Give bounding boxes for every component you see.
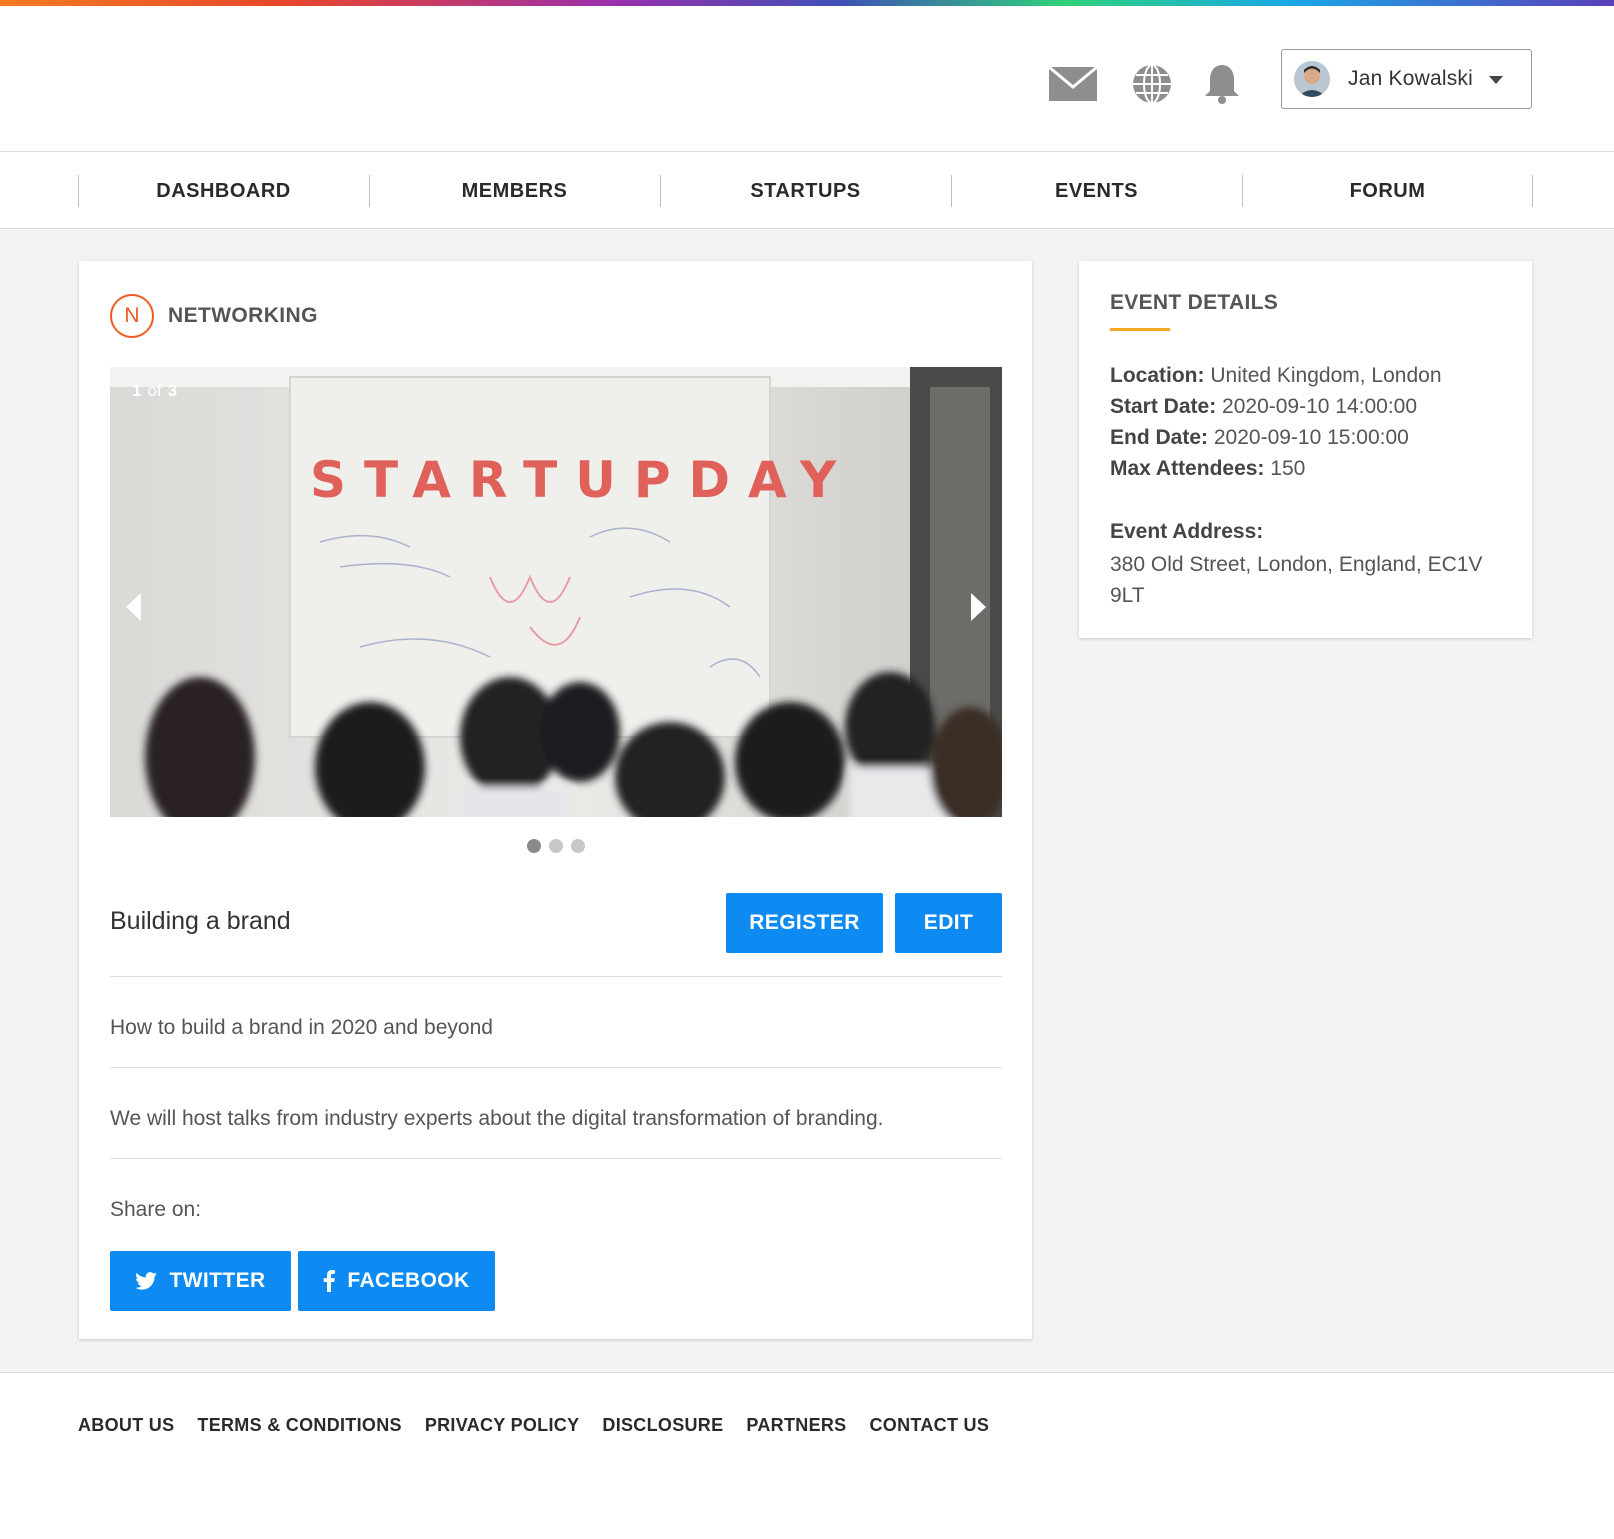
detail-label: Max Attendees: — [1110, 457, 1265, 480]
detail-label: Event Address: — [1110, 520, 1264, 543]
footer-link-partners[interactable]: PARTNERS — [746, 1415, 846, 1436]
slide-total: 3 — [167, 381, 178, 400]
bell-icon[interactable] — [1196, 58, 1248, 110]
event-details-card: EVENT DETAILS Location: United Kingdom, … — [1079, 261, 1532, 638]
event-card: N NETWORKING STARTUPDAY 1 of 3 Building … — [79, 261, 1032, 1339]
carousel-next-icon[interactable] — [971, 593, 986, 621]
nav-divider — [1532, 175, 1533, 207]
detail-value: 2020-09-10 15:00:00 — [1213, 426, 1409, 449]
detail-label: Location: — [1110, 364, 1205, 387]
event-subtitle: How to build a brand in 2020 and beyond — [110, 1016, 493, 1039]
detail-label: Start Date: — [1110, 395, 1217, 418]
detail-label: End Date: — [1110, 426, 1209, 449]
detail-value: United Kingdom, London — [1210, 364, 1442, 387]
facebook-label: FACEBOOK — [347, 1269, 470, 1292]
event-title: Building a brand — [110, 907, 291, 935]
avatar — [1294, 61, 1330, 97]
mail-icon[interactable] — [1047, 58, 1099, 110]
footer-link-disclosure[interactable]: DISCLOSURE — [602, 1415, 723, 1436]
detail-address-label: Event Address: — [1110, 516, 1263, 547]
nav-item-startups[interactable]: STARTUPS — [660, 153, 951, 229]
divider — [110, 1067, 1002, 1068]
slide-current: 1 — [132, 381, 142, 400]
slide-of: of — [147, 381, 162, 400]
category-label: NETWORKING — [168, 304, 318, 327]
edit-button[interactable]: EDIT — [895, 893, 1002, 953]
detail-value: 2020-09-10 14:00:00 — [1222, 395, 1418, 418]
detail-location: Location: United Kingdom, London — [1110, 360, 1442, 391]
slide-counter: 1 of 3 — [132, 381, 177, 401]
twitter-share-button[interactable]: TWITTER — [110, 1251, 291, 1311]
nav-item-forum[interactable]: FORUM — [1242, 153, 1533, 229]
globe-icon[interactable] — [1126, 58, 1178, 110]
user-menu[interactable]: Jan Kowalski — [1281, 49, 1532, 109]
event-details-title: EVENT DETAILS — [1110, 291, 1279, 314]
event-photo: STARTUPDAY — [110, 367, 1002, 817]
detail-end-date: End Date: 2020-09-10 15:00:00 — [1110, 422, 1409, 453]
detail-address: 380 Old Street, London, England, EC1V 9L… — [1110, 553, 1483, 607]
header: Jan Kowalski — [0, 6, 1614, 152]
carousel-dot[interactable] — [570, 839, 585, 853]
carousel-dot[interactable] — [548, 839, 563, 853]
footer-link-contact[interactable]: CONTACT US — [869, 1415, 989, 1436]
title-underline — [1110, 328, 1170, 331]
facebook-icon — [324, 1270, 336, 1292]
detail-start-date: Start Date: 2020-09-10 14:00:00 — [1110, 391, 1417, 422]
register-button[interactable]: REGISTER — [726, 893, 883, 953]
footer-links: ABOUT US TERMS & CONDITIONS PRIVACY POLI… — [78, 1415, 989, 1436]
detail-max-attendees: Max Attendees: 150 — [1110, 453, 1305, 484]
image-carousel[interactable]: STARTUPDAY 1 of 3 — [110, 367, 1002, 817]
twitter-icon — [135, 1272, 158, 1290]
event-description: We will host talks from industry experts… — [110, 1107, 884, 1130]
footer-link-privacy[interactable]: PRIVACY POLICY — [425, 1415, 580, 1436]
main-nav: DASHBOARD MEMBERS STARTUPS EVENTS FORUM — [0, 153, 1614, 229]
footer-link-terms[interactable]: TERMS & CONDITIONS — [197, 1415, 401, 1436]
share-label: Share on: — [110, 1198, 202, 1221]
nav-item-events[interactable]: EVENTS — [951, 153, 1242, 229]
nav-item-members[interactable]: MEMBERS — [369, 153, 660, 229]
divider — [110, 976, 1002, 977]
user-name: Jan Kowalski — [1348, 67, 1473, 90]
banner-text: STARTUPDAY — [310, 451, 854, 509]
carousel-dot[interactable] — [526, 839, 541, 853]
carousel-prev-icon[interactable] — [126, 593, 141, 621]
nav-item-dashboard[interactable]: DASHBOARD — [78, 153, 369, 229]
category-badge: N — [110, 294, 154, 338]
facebook-share-button[interactable]: FACEBOOK — [298, 1251, 495, 1311]
detail-value: 150 — [1270, 457, 1306, 480]
divider — [110, 1158, 1002, 1159]
carousel-dots — [79, 839, 1032, 853]
twitter-label: TWITTER — [169, 1269, 266, 1292]
chevron-down-icon — [1489, 76, 1503, 84]
footer-link-about[interactable]: ABOUT US — [78, 1415, 174, 1436]
